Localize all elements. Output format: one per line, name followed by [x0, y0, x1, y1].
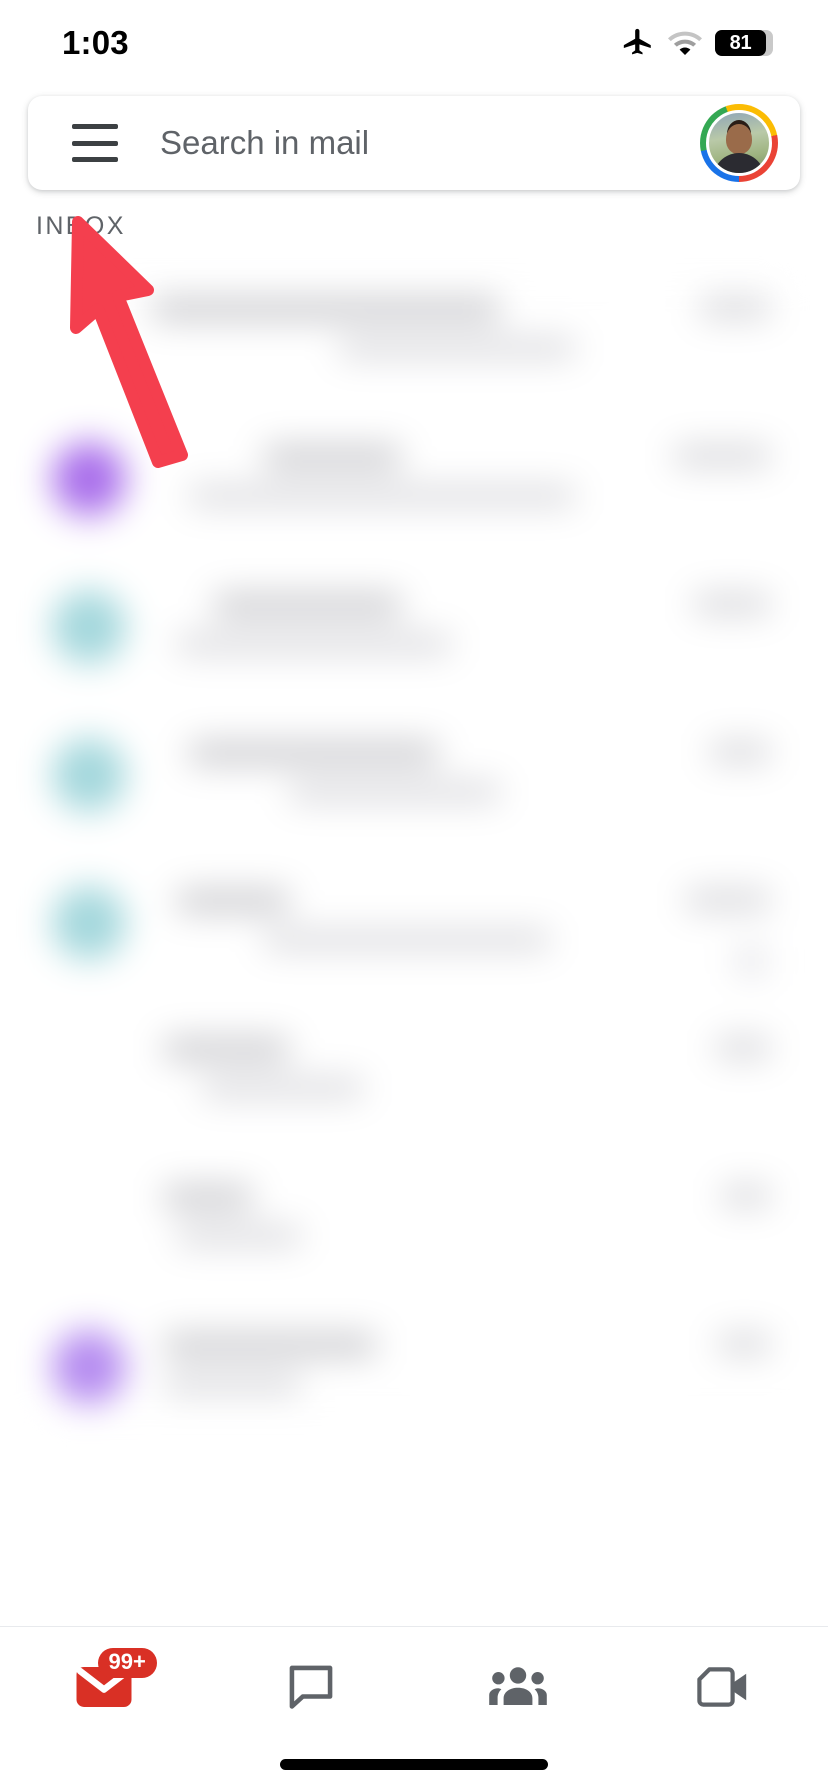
nav-item-spaces[interactable] [414, 1627, 621, 1747]
avatar-photo [706, 110, 772, 176]
battery-level: 81 [729, 32, 752, 54]
nav-item-mail[interactable]: 99+ [0, 1627, 207, 1747]
people-group-icon [488, 1667, 547, 1705]
chat-bubble-icon [289, 1665, 332, 1709]
list-item[interactable] [30, 268, 800, 416]
video-camera-icon [696, 1667, 746, 1707]
list-item[interactable] [30, 564, 800, 712]
list-item[interactable] [30, 712, 800, 860]
mail-list[interactable] [30, 268, 800, 1430]
status-bar: 1:03 81 [0, 0, 828, 86]
battery-icon: 81 [715, 30, 773, 56]
list-item[interactable] [30, 416, 800, 564]
list-item[interactable] [30, 1008, 800, 1156]
status-time: 1:03 [62, 24, 129, 61]
nav-item-chat[interactable] [207, 1627, 414, 1747]
inbox-section-label: INBOX [36, 212, 126, 240]
home-indicator[interactable] [280, 1759, 548, 1770]
list-item[interactable] [30, 1304, 800, 1430]
list-item[interactable] [30, 860, 800, 1008]
search-input[interactable] [160, 124, 700, 162]
account-avatar[interactable] [700, 104, 778, 182]
search-bar[interactable] [28, 96, 800, 190]
phone-screen: 1:03 81 Search in mail INBOX 99+ [0, 0, 828, 1792]
nav-item-meet[interactable] [621, 1627, 828, 1747]
airplane-mode-icon [623, 28, 651, 55]
hamburger-menu-icon[interactable] [72, 124, 118, 162]
status-indicators: 81 [621, 26, 773, 60]
wifi-icon [668, 31, 702, 56]
bottom-navigation-bar: 99+ [0, 1627, 828, 1747]
list-item[interactable] [30, 1156, 800, 1304]
mail-unread-badge: 99+ [97, 1648, 157, 1678]
